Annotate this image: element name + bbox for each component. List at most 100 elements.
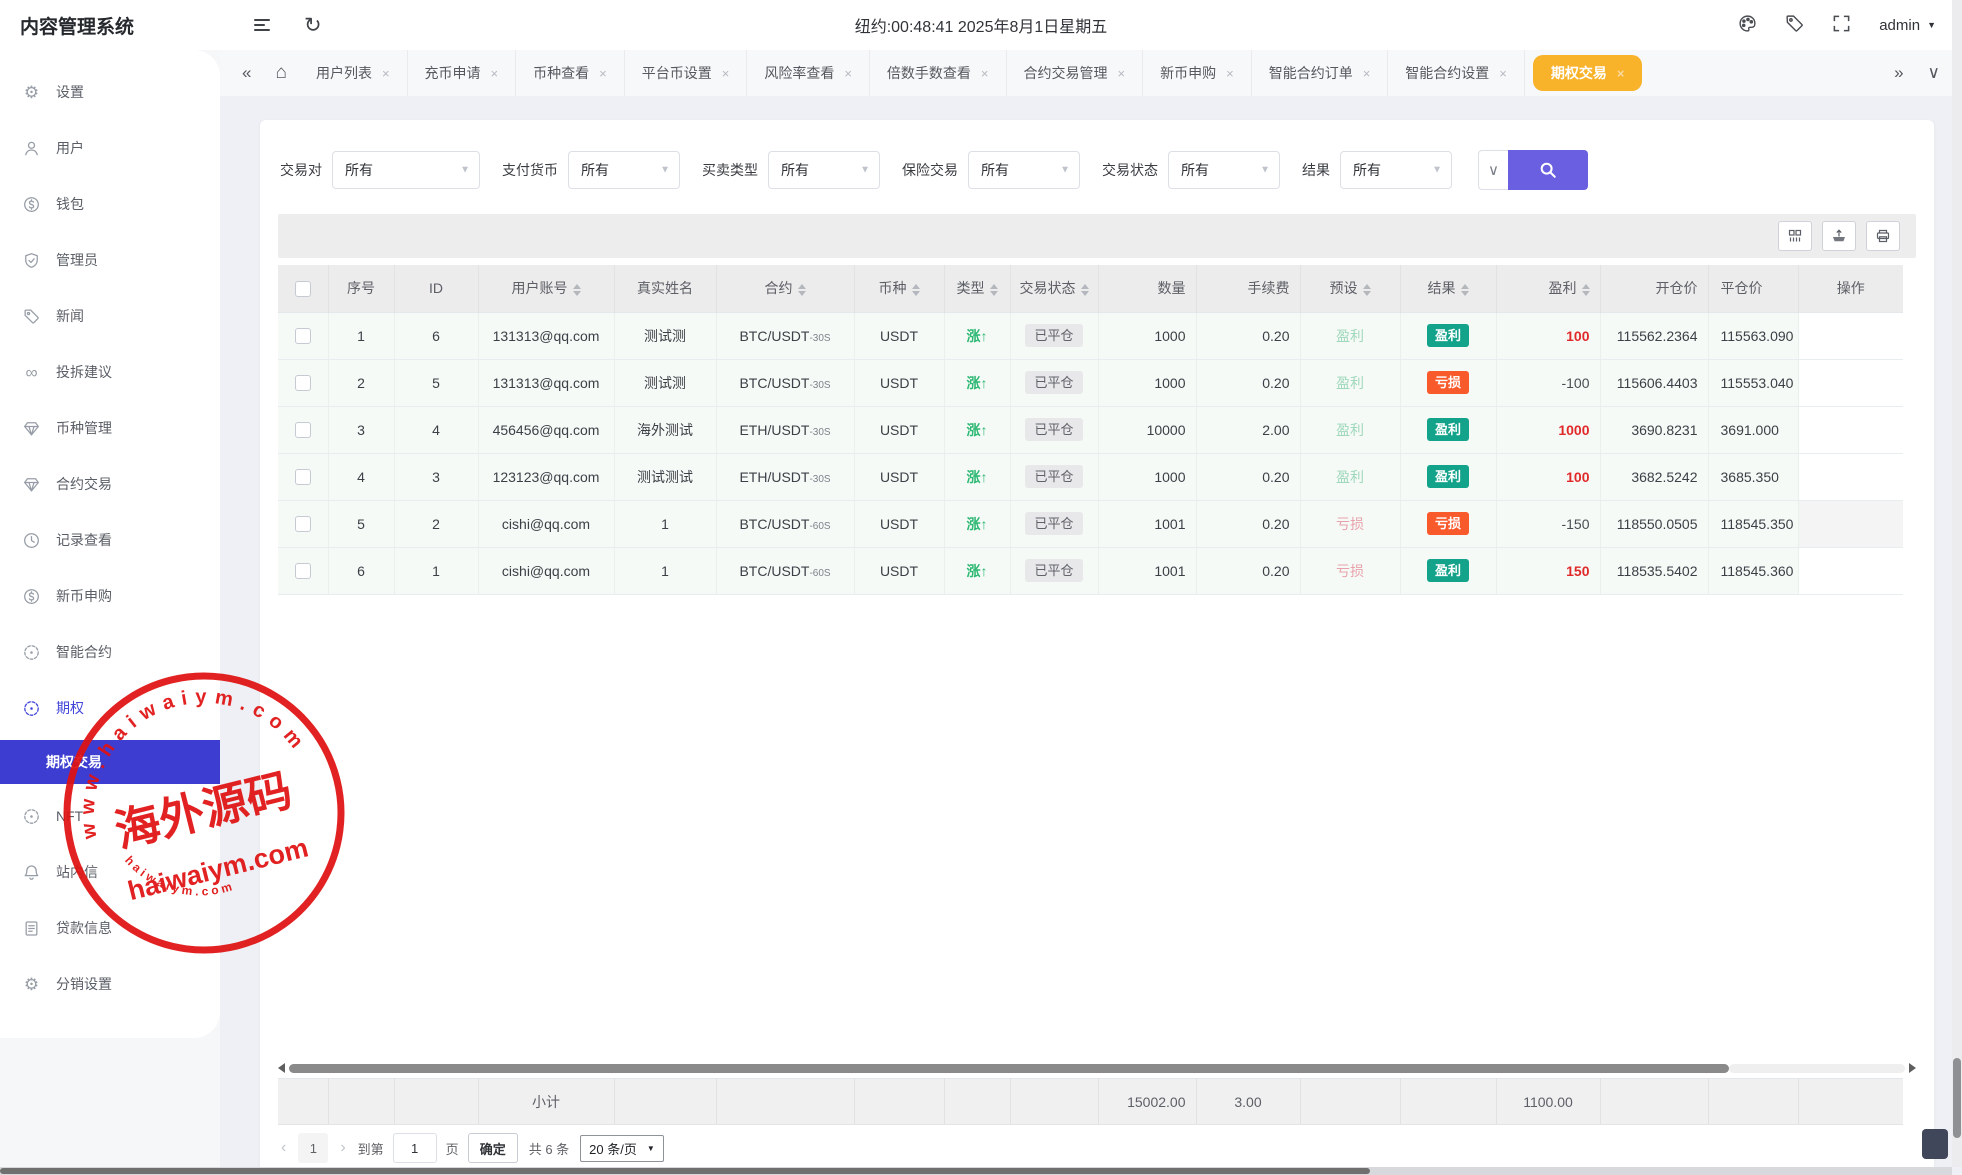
tab-close-icon[interactable]: × bbox=[382, 66, 390, 81]
sidebar-item-11[interactable]: 智能合约 bbox=[0, 624, 220, 680]
prev-page-icon[interactable]: ‹ bbox=[278, 1139, 289, 1157]
tab-4[interactable]: 平台币设置× bbox=[625, 50, 748, 96]
sidebar-subitem-option-trade[interactable]: 期权交易 bbox=[0, 740, 220, 784]
tab-close-icon[interactable]: × bbox=[722, 66, 730, 81]
sidebar-item-10[interactable]: 新币申购 bbox=[0, 568, 220, 624]
home-icon[interactable]: ⌂ bbox=[263, 50, 298, 96]
sidebar-item-8[interactable]: 合约交易 bbox=[0, 456, 220, 512]
select-all-checkbox[interactable] bbox=[295, 281, 311, 297]
tabs-scroll-right-icon[interactable]: » bbox=[1882, 50, 1915, 96]
sidebar-item-16[interactable]: 贷款信息 bbox=[0, 900, 220, 956]
user-icon bbox=[22, 139, 41, 158]
back-to-top-button[interactable] bbox=[1922, 1129, 1948, 1159]
window-horizontal-scrollbar[interactable] bbox=[0, 1167, 1952, 1175]
tab-9[interactable]: 智能合约订单× bbox=[1252, 50, 1389, 96]
row-checkbox[interactable] bbox=[295, 563, 311, 579]
theme-palette-icon[interactable] bbox=[1738, 14, 1757, 36]
goto-confirm-button[interactable]: 确定 bbox=[468, 1133, 518, 1163]
column-header-14[interactable]: 盈利 bbox=[1496, 265, 1600, 312]
sidebar-item-7[interactable]: 币种管理 bbox=[0, 400, 220, 456]
goto-page-input[interactable] bbox=[393, 1133, 437, 1163]
filter-select-2[interactable]: 所有▼ bbox=[568, 151, 680, 189]
tabs-menu-icon[interactable]: ∨ bbox=[1916, 50, 1952, 96]
export-button[interactable] bbox=[1822, 221, 1856, 251]
tab-5[interactable]: 风险率查看× bbox=[747, 50, 870, 96]
sort-icon[interactable] bbox=[990, 284, 998, 296]
filter-select-6[interactable]: 所有▼ bbox=[1340, 151, 1452, 189]
search-button[interactable] bbox=[1508, 150, 1588, 190]
window-vertical-scrollbar[interactable] bbox=[1952, 0, 1962, 1167]
row-checkbox[interactable] bbox=[295, 375, 311, 391]
filter-select-3[interactable]: 所有▼ bbox=[768, 151, 880, 189]
column-settings-button[interactable] bbox=[1778, 221, 1812, 251]
tab-close-icon[interactable]: × bbox=[1499, 66, 1507, 81]
sidebar-item-5[interactable]: 新闻 bbox=[0, 288, 220, 344]
sidebar-item-label: 站内信 bbox=[56, 862, 98, 882]
row-checkbox[interactable] bbox=[295, 328, 311, 344]
tab-close-icon[interactable]: × bbox=[1363, 66, 1371, 81]
tab-close-icon[interactable]: × bbox=[491, 66, 499, 81]
sort-icon[interactable] bbox=[1081, 284, 1089, 296]
scrollbar-thumb[interactable] bbox=[289, 1064, 1729, 1073]
sidebar-item-14[interactable]: NFT bbox=[0, 788, 220, 844]
tab-11[interactable]: 期权交易× bbox=[1533, 55, 1643, 91]
print-button[interactable] bbox=[1866, 221, 1900, 251]
sidebar-item-9[interactable]: 记录查看 bbox=[0, 512, 220, 568]
column-header-9[interactable]: 交易状态 bbox=[1010, 265, 1098, 312]
column-header-6[interactable]: 合约 bbox=[716, 265, 854, 312]
next-page-icon[interactable]: › bbox=[337, 1139, 348, 1157]
vertical-scrollbar-thumb[interactable] bbox=[1953, 1058, 1961, 1138]
sidebar-item-4[interactable]: 管理员 bbox=[0, 232, 220, 288]
filter-select-5[interactable]: 所有▼ bbox=[1168, 151, 1280, 189]
tab-close-icon[interactable]: × bbox=[1118, 66, 1126, 81]
column-header-4[interactable]: 用户账号 bbox=[478, 265, 614, 312]
tab-7[interactable]: 合约交易管理× bbox=[1007, 50, 1144, 96]
fullscreen-icon[interactable] bbox=[1832, 14, 1851, 36]
column-header-13[interactable]: 结果 bbox=[1400, 265, 1496, 312]
tag-icon[interactable] bbox=[1785, 14, 1804, 36]
sort-icon[interactable] bbox=[573, 284, 581, 296]
tab-close-icon[interactable]: × bbox=[1617, 66, 1625, 81]
column-header-3: ID bbox=[394, 265, 478, 312]
user-menu[interactable]: admin ▼ bbox=[1879, 17, 1936, 34]
tab-10[interactable]: 智能合约设置× bbox=[1388, 50, 1525, 96]
tab-2[interactable]: 充币申请× bbox=[408, 50, 517, 96]
tab-1[interactable]: 用户列表× bbox=[299, 50, 408, 96]
sidebar-item-2[interactable]: 用户 bbox=[0, 120, 220, 176]
sidebar-item-6[interactable]: ∞投拆建议 bbox=[0, 344, 220, 400]
tab-close-icon[interactable]: × bbox=[1226, 66, 1234, 81]
page-size-select[interactable]: 20 条/页 ▼ bbox=[580, 1135, 664, 1162]
sidebar-item-17[interactable]: ⚙分销设置 bbox=[0, 956, 220, 1012]
tab-close-icon[interactable]: × bbox=[599, 66, 607, 81]
sidebar-item-1[interactable]: ⚙设置 bbox=[0, 64, 220, 120]
horizontal-scrollbar-thumb[interactable] bbox=[0, 1168, 1370, 1174]
sort-icon[interactable] bbox=[1363, 284, 1371, 296]
column-header-7[interactable]: 币种 bbox=[854, 265, 944, 312]
sidebar-item-15[interactable]: 站内信 bbox=[0, 844, 220, 900]
column-header-12[interactable]: 预设 bbox=[1300, 265, 1400, 312]
sort-icon[interactable] bbox=[1461, 284, 1469, 296]
page-number-button[interactable]: 1 bbox=[298, 1133, 328, 1163]
row-checkbox[interactable] bbox=[295, 469, 311, 485]
collapse-filters-button[interactable]: ∨ bbox=[1478, 150, 1508, 190]
filter-select-4[interactable]: 所有▼ bbox=[968, 151, 1080, 189]
scroll-left-arrow-icon[interactable] bbox=[278, 1063, 285, 1073]
sort-icon[interactable] bbox=[912, 284, 920, 296]
tabs-scroll-left-icon[interactable]: « bbox=[230, 50, 263, 96]
sort-icon[interactable] bbox=[798, 284, 806, 296]
scroll-right-arrow-icon[interactable] bbox=[1909, 1063, 1916, 1073]
tab-6[interactable]: 倍数手数查看× bbox=[870, 50, 1007, 96]
tab-close-icon[interactable]: × bbox=[844, 66, 852, 81]
row-checkbox[interactable] bbox=[295, 422, 311, 438]
menu-fold-icon[interactable] bbox=[254, 16, 270, 34]
sidebar-item-12[interactable]: 期权 bbox=[0, 680, 220, 736]
sidebar-item-3[interactable]: 钱包 bbox=[0, 176, 220, 232]
tab-close-icon[interactable]: × bbox=[981, 66, 989, 81]
column-header-8[interactable]: 类型 bbox=[944, 265, 1010, 312]
row-checkbox[interactable] bbox=[295, 516, 311, 532]
tab-3[interactable]: 币种查看× bbox=[516, 50, 625, 96]
tab-8[interactable]: 新币申购× bbox=[1143, 50, 1252, 96]
filter-select-1[interactable]: 所有▼ bbox=[332, 151, 480, 189]
sort-icon[interactable] bbox=[1582, 284, 1590, 296]
refresh-icon[interactable]: ↻ bbox=[304, 15, 322, 36]
